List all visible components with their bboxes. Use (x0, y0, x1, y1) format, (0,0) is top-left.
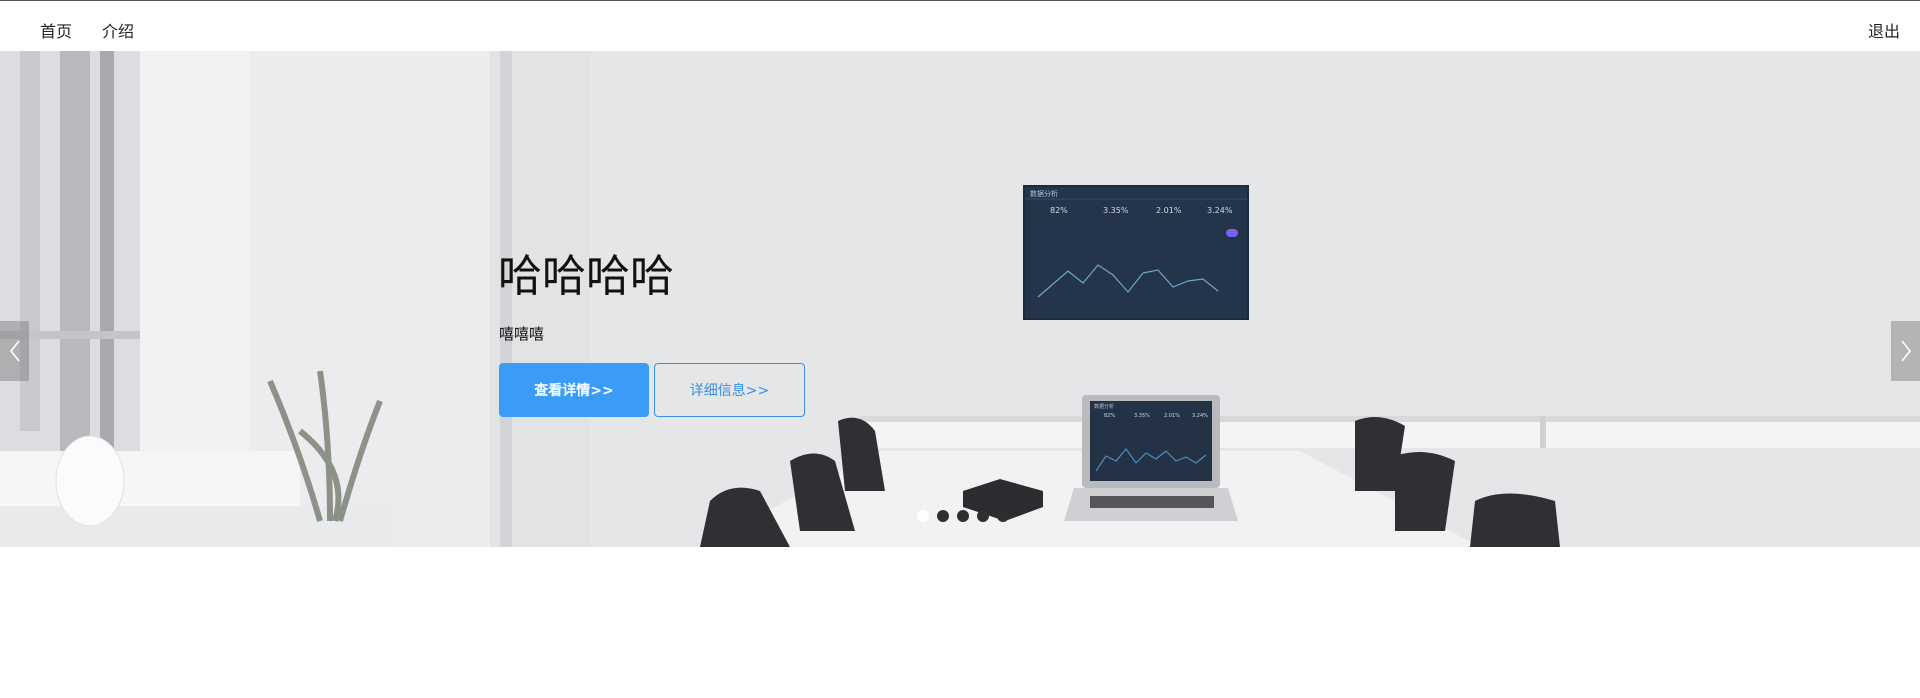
top-navbar: 首页 介绍 退出 (0, 1, 1920, 51)
laptop-stat: 3.24% (1192, 413, 1208, 419)
monitor-stat: 2.01% (1156, 206, 1182, 215)
hero-carousel: 数据分析 82% 3.35% 2.01% 3.24% 数据分析 82% 3.35… (0, 51, 1920, 547)
chevron-right-icon (1900, 340, 1911, 362)
nav-home-link[interactable]: 首页 (40, 18, 72, 42)
carousel-dot[interactable] (977, 510, 989, 522)
laptop-stat: 3.35% (1134, 413, 1150, 419)
chevron-left-icon (9, 340, 20, 362)
carousel-indicators (917, 510, 1009, 522)
monitor-stat: 3.35% (1103, 206, 1129, 215)
hero-title: 哈哈哈哈 (498, 251, 674, 302)
more-info-button[interactable]: 详细信息>> (654, 363, 805, 417)
hero-background-image (0, 51, 1920, 547)
monitor-stat: 3.24% (1207, 206, 1233, 215)
hero-subtitle: 嘻嘻嘻 (499, 325, 545, 343)
carousel-dot[interactable] (957, 510, 969, 522)
nav-logout-link[interactable]: 退出 (1868, 18, 1900, 42)
carousel-dot[interactable] (917, 510, 929, 522)
monitor-title: 数据分析 (1030, 190, 1058, 198)
carousel-dot[interactable] (997, 510, 1009, 522)
carousel-prev-button[interactable] (0, 321, 29, 381)
laptop-title: 数据分析 (1094, 404, 1115, 410)
nav-intro-link[interactable]: 介绍 (102, 18, 134, 42)
laptop-stat: 82% (1104, 413, 1116, 419)
laptop-stat: 2.01% (1164, 413, 1180, 419)
view-details-button[interactable]: 查看详情>> (499, 363, 649, 417)
carousel-dot[interactable] (937, 510, 949, 522)
carousel-next-button[interactable] (1891, 321, 1920, 381)
monitor-stat: 82% (1050, 206, 1068, 215)
